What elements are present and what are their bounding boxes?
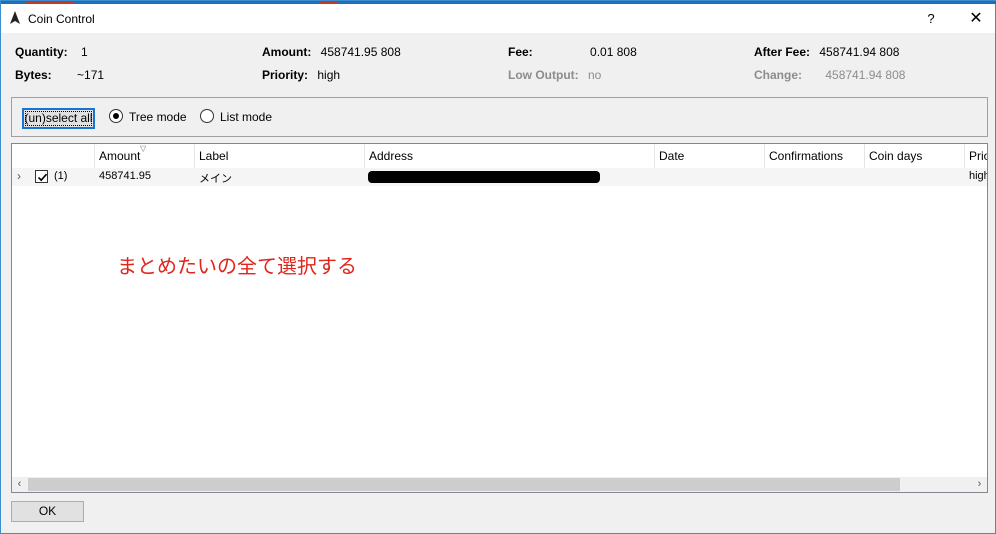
amount-label: Amount: [262,45,312,59]
row-priority: high [969,170,988,182]
coin-control-window: Coin Control ? ✕ Quantity: 1 Bytes: ~171… [0,0,996,534]
fee-stat: Fee: 0.01 808 [508,45,637,59]
quantity-label: Quantity: [15,45,68,59]
sort-indicator-icon: ▽ [140,144,147,153]
low-output-stat: Low Output: no [508,68,601,82]
quantity-value: 1 [81,45,88,59]
tree-mode-label[interactable]: Tree mode [129,110,187,124]
bytes-stat: Bytes: ~171 [15,68,104,82]
column-header-amount-label: Amount [99,149,141,163]
bytes-value: ~171 [77,68,105,82]
annotation-text: まとめたいの全て選択する [117,256,357,278]
column-header-coin-days[interactable]: Coin days [865,144,965,168]
scrollbar-thumb[interactable] [28,478,900,491]
help-button[interactable]: ? [919,8,943,30]
coin-tree-view[interactable]: Amount ▽ Label Address Date Confirmation… [11,143,988,493]
row-amount: 458741.95 [99,170,151,182]
list-mode-radio[interactable] [200,109,214,123]
horizontal-scrollbar[interactable]: ‹ › [12,477,987,492]
redacted-address-mark [368,171,600,183]
column-header-priority-label: Prio [969,149,987,163]
after-fee-value: 458741.94 808 [819,45,900,59]
amount-stat: Amount: 458741.95 808 [262,45,401,59]
column-header-confirmations-label: Confirmations [769,149,844,163]
fee-label: Fee: [508,45,533,59]
column-header-date[interactable]: Date [655,144,765,168]
change-label: Change: [754,68,802,82]
priority-label: Priority: [262,68,309,82]
priority-value: high [317,68,341,82]
priority-stat: Priority: high [262,68,340,82]
after-fee-stat: After Fee: 458741.94 808 [754,45,899,59]
list-mode-label[interactable]: List mode [220,110,272,124]
row-checkbox[interactable] [35,170,48,183]
select-all-button[interactable]: (un)select all [22,108,95,129]
column-header-priority[interactable]: Prio [965,144,987,168]
low-output-label: Low Output: [508,68,579,82]
table-row[interactable]: › (1) 458741.95 メイン high [12,168,987,186]
column-header-coin-days-label: Coin days [869,149,923,163]
mode-toolbar: (un)select all Tree mode List mode [11,97,988,137]
tree-mode-radio[interactable] [109,109,123,123]
column-header-label-label: Label [199,149,229,163]
change-stat: Change: 458741.94 808 [754,68,905,82]
radio-selected-dot [113,113,119,119]
ok-button[interactable]: OK [11,501,84,522]
low-output-value: no [587,68,602,82]
quantity-stat: Quantity: 1 [15,45,88,59]
column-header-label[interactable]: Label [195,144,365,168]
window-title: Coin Control [28,12,95,26]
column-header-address[interactable]: Address [365,144,655,168]
expand-chevron-icon[interactable]: › [17,169,21,183]
column-header-date-label: Date [659,149,685,163]
fee-value: 0.01 808 [590,45,637,59]
bytes-label: Bytes: [15,68,52,82]
amount-value: 458741.95 808 [320,45,401,59]
after-fee-label: After Fee: [754,45,811,59]
column-header-confirmations[interactable]: Confirmations [765,144,865,168]
row-label: メイン [199,173,232,185]
scroll-right-icon[interactable]: › [972,477,987,492]
row-count: (1) [54,170,68,182]
app-icon [10,11,20,24]
close-button[interactable]: ✕ [961,8,991,30]
scroll-left-icon[interactable]: ‹ [12,477,27,492]
title-bar: Coin Control ? ✕ [1,4,995,33]
change-value: 458741.94 808 [825,68,906,82]
checkmark-icon [37,173,48,182]
column-header-address-label: Address [369,149,414,163]
column-header-checkbox[interactable] [12,144,95,168]
